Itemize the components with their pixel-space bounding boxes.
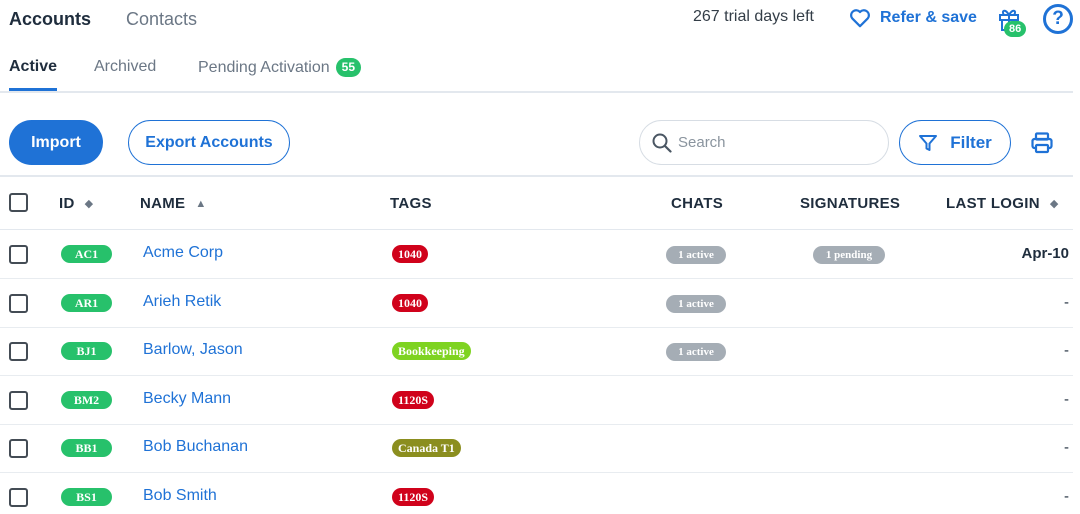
column-tags-header: TAGS bbox=[390, 195, 432, 212]
column-name-header[interactable]: NAME ▲ bbox=[140, 195, 207, 212]
last-login-value: - bbox=[1064, 390, 1069, 408]
last-login-value: Apr-10 bbox=[1021, 245, 1069, 262]
tag-badge: Canada T1 bbox=[392, 439, 461, 458]
account-id-badge: BJ1 bbox=[61, 342, 112, 361]
print-icon[interactable] bbox=[1030, 131, 1054, 155]
last-login-value: - bbox=[1064, 488, 1069, 505]
account-name-link[interactable]: Bob Buchanan bbox=[143, 438, 248, 456]
table-row[interactable]: BB1 Bob Buchanan Canada T1 - bbox=[0, 424, 1073, 474]
table-row[interactable]: BS1 Bob Smith 1120S - bbox=[0, 473, 1073, 514]
tag-badge: 1040 bbox=[392, 245, 428, 263]
sort-icon[interactable]: ◆ bbox=[1050, 198, 1059, 210]
account-id-badge: BB1 bbox=[61, 439, 112, 458]
account-name-link[interactable]: Barlow, Jason bbox=[143, 341, 243, 359]
pending-count-badge: 55 bbox=[335, 58, 362, 77]
top-nav: Accounts Contacts 267 trial days left Re… bbox=[0, 0, 1080, 40]
search-icon bbox=[652, 133, 672, 153]
refer-and-save-link[interactable]: Refer & save bbox=[849, 6, 977, 30]
account-name-link[interactable]: Becky Mann bbox=[143, 390, 231, 408]
signatures-status-pill: 1 pending bbox=[813, 246, 885, 264]
filter-label: Filter bbox=[950, 132, 992, 152]
row-checkbox[interactable] bbox=[9, 342, 28, 362]
account-name-link[interactable]: Arieh Retik bbox=[143, 293, 221, 311]
last-login-value: - bbox=[1064, 342, 1069, 360]
refer-label: Refer & save bbox=[880, 9, 977, 26]
import-button[interactable]: Import bbox=[9, 120, 103, 165]
table-row[interactable]: AC1 Acme Corp 1040 1 active 1 pending Apr-10 bbox=[0, 230, 1073, 279]
last-login-value: - bbox=[1064, 439, 1069, 457]
last-login-value: - bbox=[1064, 293, 1069, 311]
row-checkbox[interactable] bbox=[9, 245, 28, 264]
chats-status-pill: 1 active bbox=[666, 343, 726, 362]
tab-pending-label: Pending Activation bbox=[198, 59, 330, 76]
account-name-link[interactable]: Acme Corp bbox=[143, 244, 223, 262]
column-last-login-header[interactable]: LAST LOGIN ◆ bbox=[946, 195, 1059, 212]
tag-badge: 1120S bbox=[392, 390, 435, 409]
export-accounts-button[interactable]: Export Accounts bbox=[128, 120, 290, 165]
row-checkbox[interactable] bbox=[9, 390, 28, 410]
tab-active[interactable]: Active bbox=[9, 58, 58, 91]
account-id-badge: AR1 bbox=[61, 293, 112, 312]
chats-status-pill: 1 active bbox=[666, 246, 726, 264]
table-header: ID ◆ NAME ▲ TAGS CHATS SIGNATURES LAST LOG… bbox=[0, 177, 1073, 230]
tag-badge: 1120S bbox=[392, 488, 435, 506]
tab-accounts[interactable]: Accounts bbox=[9, 9, 91, 30]
tag-badge: Bookkeeping bbox=[392, 342, 471, 361]
select-all-checkbox[interactable] bbox=[9, 193, 28, 212]
column-signatures-header: SIGNATURES bbox=[800, 195, 901, 212]
tag-badge: 1040 bbox=[392, 293, 428, 312]
sort-icon[interactable]: ◆ bbox=[85, 198, 94, 210]
table-row[interactable]: BM2 Becky Mann 1120S - bbox=[0, 376, 1073, 425]
column-name-label: NAME bbox=[140, 195, 186, 212]
search-box[interactable] bbox=[639, 120, 889, 165]
sort-ascending-icon[interactable]: ▲ bbox=[195, 198, 206, 210]
filter-button[interactable]: Filter bbox=[899, 120, 1011, 165]
chats-status-pill: 1 active bbox=[666, 294, 726, 313]
row-checkbox[interactable] bbox=[9, 488, 28, 507]
row-checkbox[interactable] bbox=[9, 439, 28, 459]
tab-contacts[interactable]: Contacts bbox=[126, 9, 197, 30]
column-id-label: ID bbox=[59, 195, 75, 212]
column-last-login-label: LAST LOGIN bbox=[946, 195, 1040, 212]
gift-count-badge: 86 bbox=[1004, 21, 1027, 37]
account-id-badge: BM2 bbox=[61, 390, 112, 409]
account-id-badge: BS1 bbox=[61, 488, 112, 506]
table-row[interactable]: BJ1 Barlow, Jason Bookkeeping 1 active - bbox=[0, 327, 1073, 377]
heart-icon bbox=[850, 9, 870, 28]
account-id-badge: AC1 bbox=[61, 245, 112, 263]
column-chats-header: CHATS bbox=[671, 195, 724, 212]
tab-pending-activation[interactable]: Pending Activation 55 bbox=[198, 58, 362, 77]
table-row[interactable]: AR1 Arieh Retik 1040 1 active - bbox=[0, 279, 1073, 328]
account-name-link[interactable]: Bob Smith bbox=[143, 487, 217, 505]
help-icon[interactable]: ? bbox=[1043, 4, 1073, 34]
column-id-header[interactable]: ID ◆ bbox=[59, 195, 93, 212]
row-checkbox[interactable] bbox=[9, 293, 28, 313]
trial-days-text: 267 trial days left bbox=[693, 8, 814, 25]
search-input[interactable] bbox=[678, 134, 868, 151]
tab-archived[interactable]: Archived bbox=[94, 58, 156, 76]
filter-icon bbox=[919, 134, 938, 151]
account-status-tabs: Active Archived Pending Activation 55 bbox=[0, 48, 1073, 93]
